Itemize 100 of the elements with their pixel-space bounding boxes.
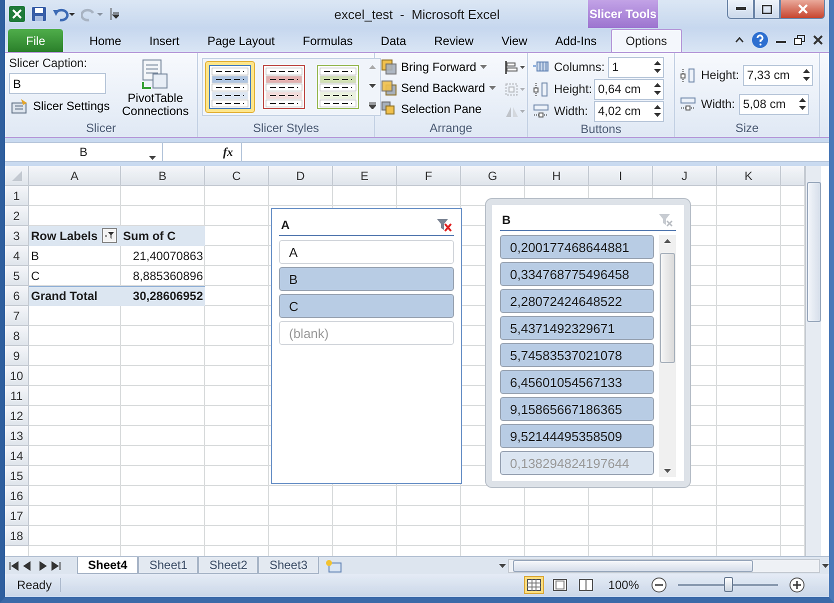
sheet-tab[interactable]: Sheet3 [258,557,318,574]
customize-icon[interactable] [109,6,119,22]
row-header[interactable]: 18 [5,526,29,546]
slicer-item[interactable]: A [279,240,454,264]
spinner-icon[interactable] [799,97,806,111]
minimize-button[interactable] [727,0,754,19]
row-header[interactable]: 6 [5,286,29,306]
column-header[interactable]: C [205,166,269,186]
arrange-button[interactable]: Selection Pane [379,100,498,118]
spinner-icon[interactable] [803,68,810,82]
maximize-button[interactable] [754,0,780,19]
row-header[interactable]: 16 [5,486,29,506]
row-header[interactable]: 11 [5,386,29,406]
slicer-item[interactable]: C [279,294,454,318]
align-icon[interactable] [504,60,526,75]
row-header[interactable]: 17 [5,506,29,526]
row-header[interactable]: 8 [5,326,29,346]
spin-field[interactable]: 0,64 cm [594,78,664,100]
help-icon[interactable] [752,32,768,48]
slicer-item[interactable]: B [279,267,454,291]
row-header[interactable]: 13 [5,426,29,446]
ribbon-tab[interactable]: Home [75,29,136,52]
spin-field[interactable]: 1 [608,56,664,78]
caption-field[interactable]: B [9,73,106,94]
arrange-button[interactable]: Bring Forward [379,58,498,76]
slicer-item[interactable]: 2,28072424648522 [500,289,654,313]
column-header[interactable]: G [461,166,525,186]
spinner-icon[interactable] [654,104,661,118]
insert-sheet-icon[interactable] [324,558,342,572]
row-header[interactable]: 14 [5,446,29,466]
ribbon-tab[interactable]: Options [610,29,682,52]
ribbon-tab[interactable]: Add-Ins [541,29,611,52]
column-header[interactable]: I [589,166,653,186]
collapse-ribbon-icon[interactable] [735,37,744,43]
vertical-scrollbar[interactable] [805,166,821,556]
horizontal-scrollbar[interactable] [499,558,829,574]
pivottable-connections-button[interactable]: PivotTable Connections [118,56,193,121]
row-header[interactable]: 3 [5,226,29,246]
clear-filter-icon[interactable] [436,218,452,232]
sheet-tab[interactable]: Sheet2 [198,557,258,574]
row-header[interactable]: 10 [5,366,29,386]
column-header[interactable]: J [653,166,717,186]
normal-view-button[interactable] [524,576,544,594]
ribbon-tab[interactable]: View [488,29,542,52]
spinner-icon[interactable] [654,60,661,74]
close-icon[interactable] [813,35,823,45]
slicer-panel[interactable]: A A B C (blank) [271,208,462,484]
row-header[interactable]: 2 [5,206,29,226]
slicer-settings-button[interactable]: Slicer Settings [9,97,112,115]
column-header[interactable]: F [397,166,461,186]
row-header[interactable]: 15 [5,466,29,486]
row-header[interactable]: 12 [5,406,29,426]
zoom-level[interactable]: 100% [608,578,639,592]
row-header[interactable]: 9 [5,346,29,366]
slicer-panel[interactable]: B 0,200177468644881 0,334768775496458 2,28072424648522 5,4371492329671 5,74583537021078 6,45601054567133 9,15865667186365 9,52144495358509 0,138294824197644 [486,199,690,487]
spin-field[interactable]: 4,02 cm [594,100,664,122]
filter-dropdown-icon[interactable] [102,228,117,243]
sheet-tab[interactable]: Sheet1 [138,557,198,574]
scroll-up-icon[interactable] [664,239,671,243]
spin-field[interactable]: 5,08 cm [739,94,810,114]
ribbon-tab[interactable]: Data [366,29,420,52]
scrollbar[interactable] [659,235,676,477]
ribbon-tab[interactable]: Page Layout [193,29,289,52]
slicer-item[interactable]: 5,4371492329671 [500,316,654,340]
close-button[interactable] [780,0,825,19]
spin-field[interactable]: 7,33 cm [743,64,814,86]
more-styles-icon[interactable] [369,102,376,109]
app-icon[interactable] [9,6,25,22]
column-header[interactable]: D [269,166,333,186]
zoom-in-icon[interactable] [789,577,805,593]
row-header[interactable]: 5 [5,266,29,286]
slicer-item[interactable]: 9,52144495358509 [500,424,654,448]
ribbon-tab[interactable]: Review [420,29,488,52]
column-header[interactable]: A [29,166,121,186]
column-header[interactable]: H [525,166,589,186]
undo-icon[interactable] [53,6,75,22]
slicer-item[interactable]: 0,200177468644881 [500,235,654,259]
slicer-item[interactable]: 5,74583537021078 [500,343,654,367]
slicer-style-swatch[interactable] [205,61,255,113]
save-icon[interactable] [31,6,47,22]
spinner-icon[interactable] [654,82,661,96]
file-tab[interactable]: File [8,29,64,52]
name-box[interactable]: B [5,143,163,161]
column-header[interactable]: K [717,166,781,186]
column-header[interactable]: E [333,166,397,186]
ribbon-tab[interactable]: Formulas [288,29,367,52]
function-label[interactable]: fx [223,144,233,160]
ribbon-tab[interactable]: Insert [135,29,194,52]
column-header[interactable]: B [121,166,205,186]
slicer-item[interactable]: 0,334768775496458 [500,262,654,286]
row-header[interactable]: 4 [5,246,29,266]
zoom-out-icon[interactable] [651,577,667,593]
row-header[interactable]: 7 [5,306,29,326]
arrange-button[interactable]: Send Backward [379,79,498,97]
slicer-item[interactable]: 9,15865667186365 [500,397,654,421]
zoom-slider-thumb[interactable] [724,577,733,592]
row-header[interactable]: 1 [5,186,29,206]
slicer-item[interactable]: 6,45601054567133 [500,370,654,394]
restore-icon[interactable] [794,35,805,45]
sheet-tab[interactable]: Sheet4 [77,557,138,574]
